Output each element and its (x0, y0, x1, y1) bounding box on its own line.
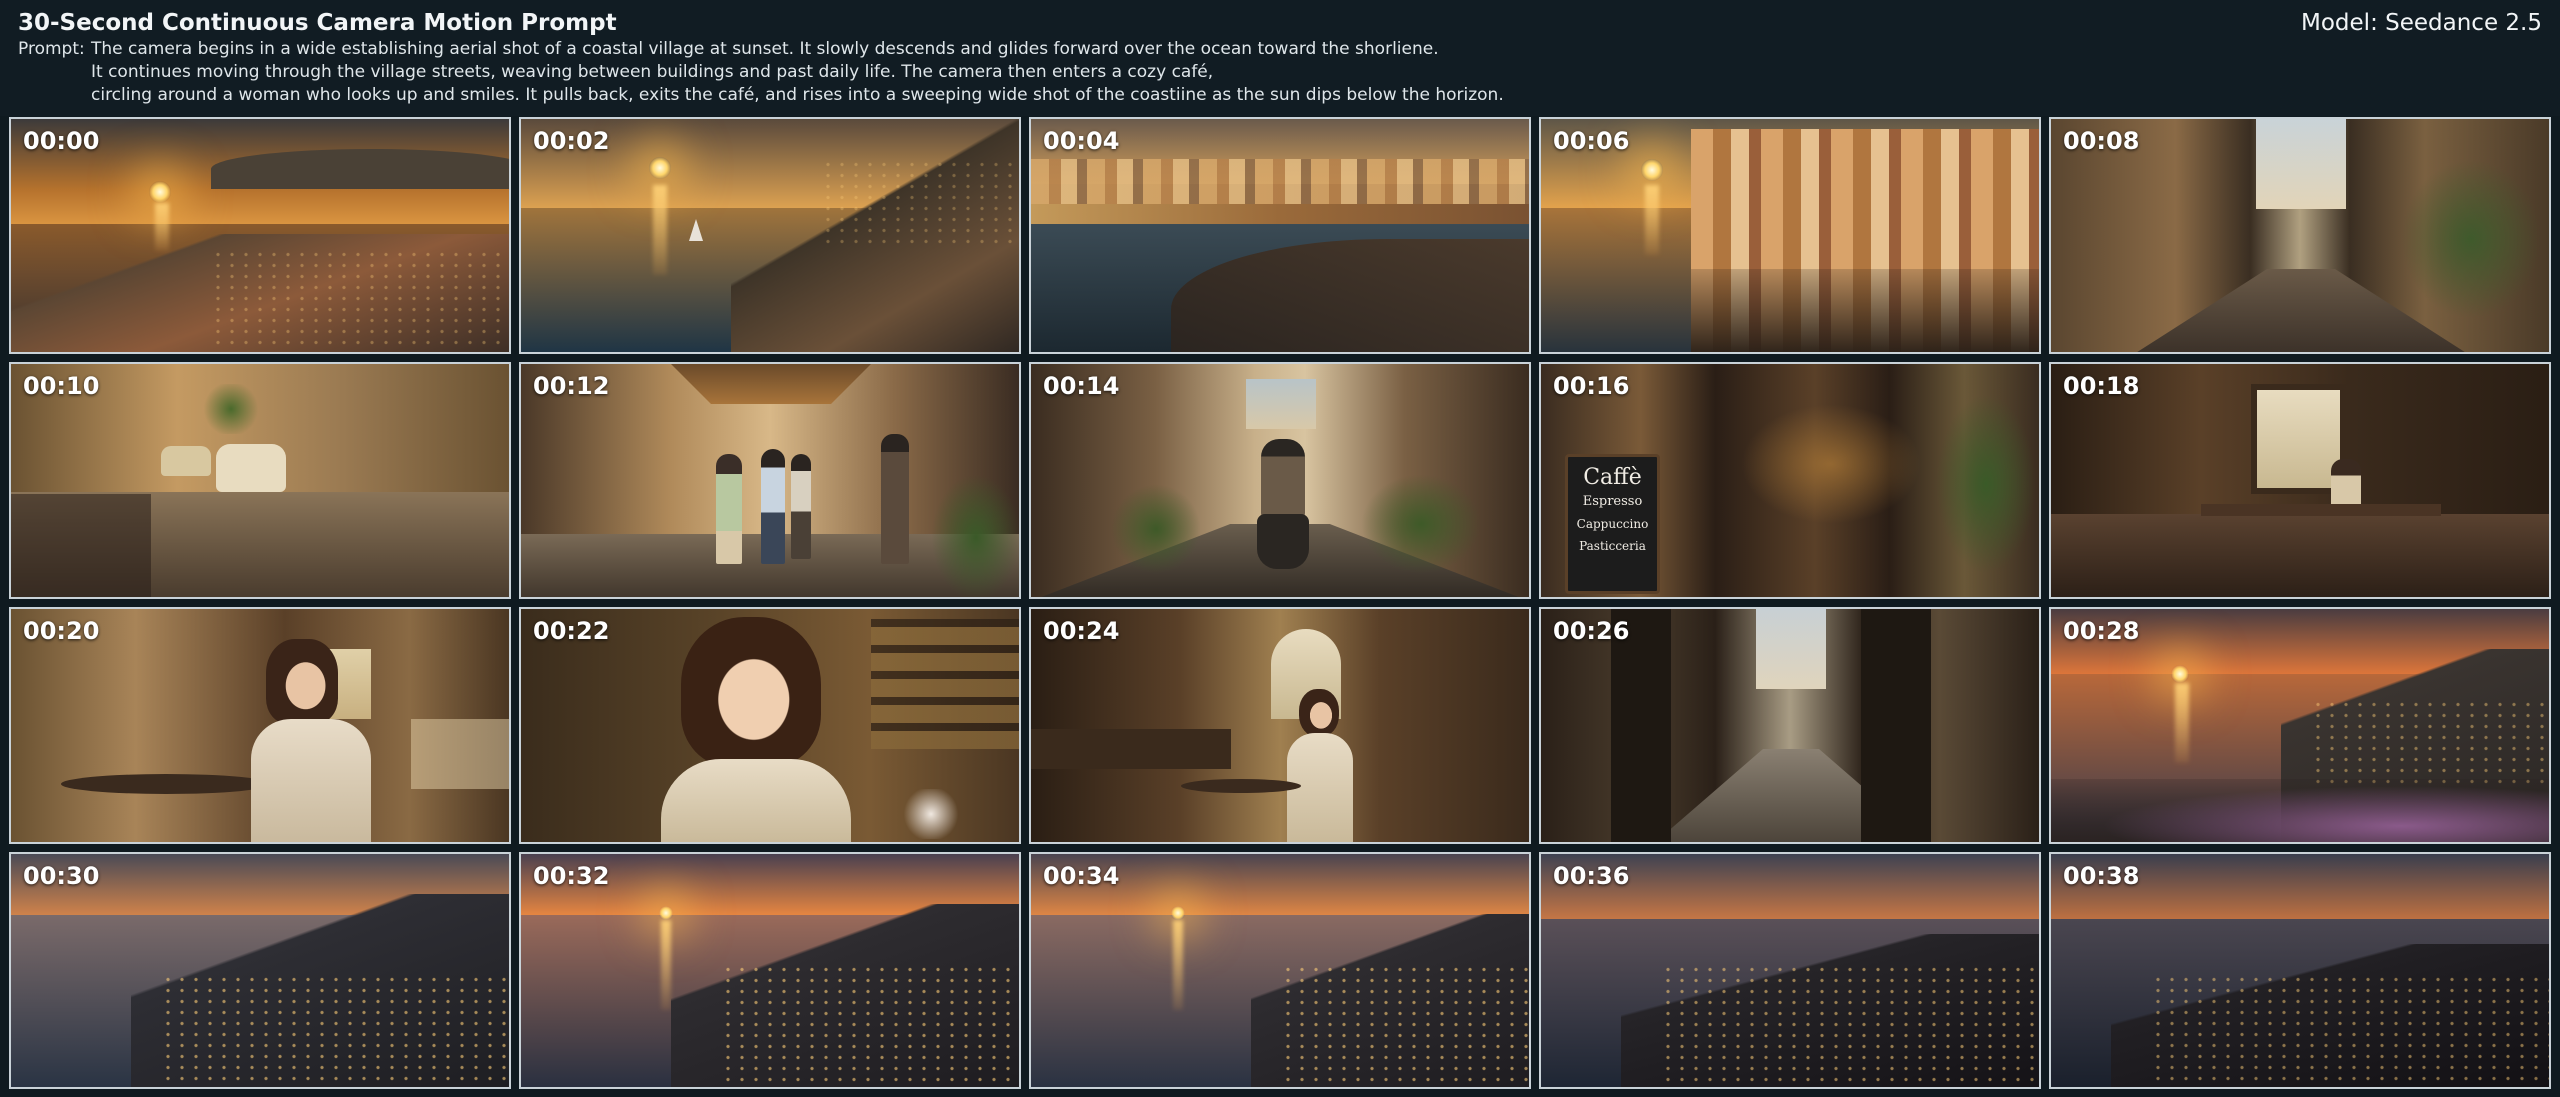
sign-line: Cappuccino (1576, 517, 1649, 531)
frame-timestamp: 00:34 (1043, 862, 1120, 890)
frame-thumbnail[interactable]: 00:26 (1539, 607, 2041, 844)
prompt-line: It continues moving through the village … (91, 62, 1214, 82)
frame-thumbnail[interactable]: 00:24 (1029, 607, 1531, 844)
frame-thumbnail[interactable]: 00:22 (519, 607, 1021, 844)
frame-timestamp: 00:20 (23, 617, 100, 645)
frame-thumbnail[interactable]: 00:34 (1029, 852, 1531, 1089)
frame-timestamp: 00:18 (2063, 372, 2140, 400)
frame-timestamp: 00:06 (1553, 127, 1630, 155)
frame-thumbnail[interactable]: 00:06 (1539, 117, 2041, 354)
frame-thumbnail[interactable]: 00:04 (1029, 117, 1531, 354)
prompt-label: Prompt: (18, 39, 85, 59)
frame-timestamp: 00:28 (2063, 617, 2140, 645)
prompt-line: circling around a woman who looks up and… (91, 85, 1504, 105)
frame-timestamp: 00:04 (1043, 127, 1120, 155)
frame-thumbnail[interactable]: 00:36 (1539, 852, 2041, 1089)
frame-timestamp: 00:10 (23, 372, 100, 400)
frame-timestamp: 00:32 (533, 862, 610, 890)
frame-timestamp: 00:00 (23, 127, 100, 155)
prompt-line: The camera begins in a wide establishing… (91, 39, 1439, 59)
frame-thumbnail[interactable]: 00:32 (519, 852, 1021, 1089)
frame-thumbnail[interactable]: 00:00 (9, 117, 511, 354)
frame-thumbnail[interactable]: 00:18 (2049, 362, 2551, 599)
frame-thumbnail[interactable]: 00:12 (519, 362, 1021, 599)
frame-thumbnail[interactable]: 00:10 (9, 362, 511, 599)
frame-thumbnail[interactable]: 00:08 (2049, 117, 2551, 354)
frame-thumbnail[interactable]: 00:38 (2049, 852, 2551, 1089)
frame-thumbnail[interactable]: 00:02 (519, 117, 1021, 354)
frame-timestamp: 00:24 (1043, 617, 1120, 645)
frame-timestamp: 00:36 (1553, 862, 1630, 890)
frame-timestamp: 00:16 (1553, 372, 1630, 400)
frame-timestamp: 00:14 (1043, 372, 1120, 400)
frame-timestamp: 00:22 (533, 617, 610, 645)
sign-line: Caffè (1583, 465, 1642, 490)
cafe-sign: Caffè Espresso Cappuccino Pasticceria (1565, 454, 1660, 594)
frame-thumbnail[interactable]: 00:14 (1029, 362, 1531, 599)
frame-thumbnail[interactable]: 00:30 (9, 852, 511, 1089)
frame-timestamp: 00:26 (1553, 617, 1630, 645)
frame-thumbnail[interactable]: 00:20 (9, 607, 511, 844)
frame-timestamp: 00:30 (23, 862, 100, 890)
frame-timestamp: 00:02 (533, 127, 610, 155)
sign-line: Espresso (1582, 494, 1643, 509)
frame-timestamp: 00:12 (533, 372, 610, 400)
model-label: Model: Seedance 2.5 (2301, 10, 2542, 36)
page-title: 30-Second Continuous Camera Motion Promp… (18, 10, 617, 36)
header: 30-Second Continuous Camera Motion Promp… (0, 0, 2560, 116)
frame-timestamp: 00:08 (2063, 127, 2140, 155)
frame-timestamp: 00:38 (2063, 862, 2140, 890)
sign-line: Pasticceria (1579, 539, 1646, 553)
prompt-text: The camera begins in a wide establishing… (91, 38, 1511, 107)
frame-thumbnail[interactable]: 00:28 (2049, 607, 2551, 844)
frame-grid: 00:00 00:02 00:04 00:06 00:08 00:10 00:1… (9, 117, 2551, 1089)
frame-thumbnail[interactable]: Caffè Espresso Cappuccino Pasticceria 00… (1539, 362, 2041, 599)
